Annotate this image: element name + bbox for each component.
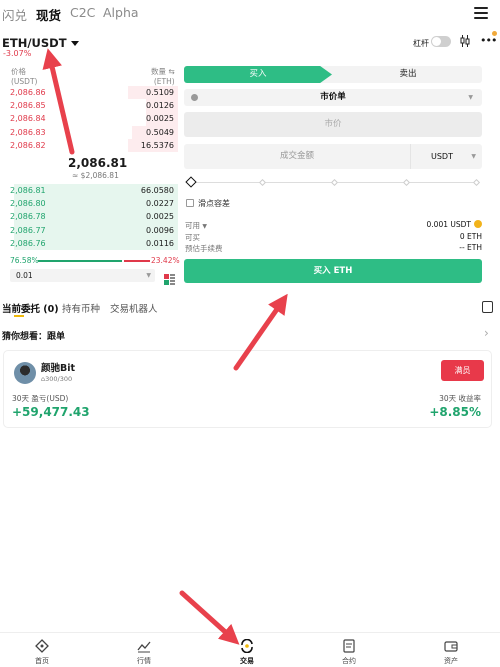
trader-name: 颜驰Bit [41, 363, 76, 374]
order-history-icon[interactable] [482, 301, 493, 313]
top-tabs: 闪兑 现货 C2C Alpha [0, 0, 500, 28]
info-icon[interactable] [191, 94, 198, 101]
amount-placeholder: 成交金额 [280, 151, 315, 161]
amount-unit-select[interactable]: USDT ▼ [410, 144, 482, 169]
ask-row[interactable]: 2,086.85 0.0126 [0, 99, 178, 113]
contract-icon [343, 639, 355, 653]
nav-futures[interactable]: 合约 [319, 639, 379, 666]
leverage-label: 杠杆 [413, 39, 429, 48]
wallet-icon [444, 641, 458, 652]
qty-header[interactable]: 数量 ⇆ (ETH) [151, 67, 175, 87]
pair-selector[interactable]: ETH/USDT [2, 36, 79, 50]
ask-row[interactable]: 2,086.84 0.0025 [0, 112, 178, 126]
full-button[interactable]: 满员 [441, 360, 484, 381]
caret-down-icon: ▼ [471, 153, 476, 160]
nav-markets[interactable]: 行情 [114, 639, 174, 666]
chevron-right-icon[interactable]: › [484, 326, 489, 340]
follower-count: ⌂300/300 [41, 375, 73, 383]
menu-icon[interactable] [474, 7, 488, 19]
trade-exchange-icon [241, 639, 253, 653]
buy-ratio: 76.58% [10, 256, 39, 265]
caret-down-icon: ▼ [146, 272, 151, 279]
tab-alpha[interactable]: Alpha [103, 5, 139, 20]
recommend-label: 猜你想看：跟单 [2, 332, 66, 342]
can-buy-row: 可买 0 ETH [185, 232, 482, 242]
tab-spot[interactable]: 现货 [36, 5, 61, 24]
caret-down-icon: ▼ [468, 94, 473, 101]
slider-tick[interactable] [330, 178, 339, 187]
available-value: 0.001 USDT [426, 220, 471, 229]
sell-ratio: 23.42% [151, 256, 180, 265]
ask-row[interactable]: 2,086.86 0.5109 [0, 86, 178, 100]
tab-c2c[interactable]: C2C [70, 5, 95, 20]
roi-value: +8.85% [429, 405, 481, 419]
pair-name: ETH/USDT [2, 36, 67, 50]
nav-assets[interactable]: 资产 [421, 639, 481, 666]
roi-label: 30天 收益率 [439, 394, 481, 403]
sell-ratio-bar [124, 260, 150, 262]
slider-tick[interactable] [402, 178, 411, 187]
leverage-toggle[interactable] [431, 36, 451, 47]
price-header: 价格 (USDT) [11, 67, 38, 86]
buy-tab[interactable]: 买入 [184, 66, 332, 83]
pnl-label: 30天 盈亏(USD) [12, 394, 69, 403]
bid-list: 2,086.81 66.0580 2,086.80 0.0227 2,086.78 0… [0, 184, 178, 250]
bid-row[interactable]: 2,086.81 66.0580 [0, 184, 178, 198]
chevron-down-icon [70, 41, 79, 46]
ask-row[interactable]: 2,086.82 16.5376 [0, 138, 178, 152]
orderbook-layout-icon[interactable] [164, 270, 175, 285]
last-price: 2,086.81 [68, 156, 128, 170]
slider-tick[interactable] [258, 178, 267, 187]
home-icon [35, 639, 49, 653]
ask-list: 2,086.86 0.5109 2,086.85 0.0126 2,086.84 0.… [0, 86, 178, 152]
buy-sell-tabs: 买入 卖出 [184, 66, 482, 83]
notification-dot [492, 31, 497, 36]
available-row: 可用 ▼ 0.001 USDT [185, 220, 482, 231]
tab-holdings[interactable]: 持有币种 [62, 301, 100, 315]
amount-slider-handle[interactable] [185, 176, 197, 188]
bid-row[interactable]: 2,086.77 0.0096 [0, 223, 178, 237]
order-type-select[interactable]: 市价单 ▼ [184, 89, 482, 106]
active-tab-indicator [14, 315, 24, 317]
bid-row[interactable]: 2,086.80 0.0227 [0, 197, 178, 211]
slider-tick[interactable] [472, 178, 481, 187]
buy-eth-button[interactable]: 买入 ETH [184, 259, 482, 283]
nav-home[interactable]: 首页 [12, 639, 72, 666]
depth-precision-select[interactable]: 0.01 ▼ [10, 269, 155, 282]
buy-ratio-bar [38, 260, 122, 262]
price-input[interactable]: 市价 [184, 112, 482, 137]
sell-tab[interactable]: 卖出 [334, 66, 482, 83]
pnl-value: +59,477.43 [12, 405, 90, 419]
checkbox-icon [186, 199, 194, 207]
order-tabs: 当前委托 (0) 持有币种 交易机器人 [0, 299, 500, 319]
bid-row[interactable]: 2,086.76 0.0116 [0, 236, 178, 250]
ask-row[interactable]: 2,086.83 0.5049 [0, 125, 178, 139]
copy-trader-card[interactable]: 颜驰Bit ⌂300/300 满员 30天 盈亏(USD) +59,477.43… [3, 350, 492, 428]
chart-line-icon [137, 641, 151, 653]
tab-open-orders[interactable]: 当前委托 (0) [2, 301, 59, 315]
slippage-checkbox[interactable]: 滑点容差 [186, 198, 230, 209]
bid-row[interactable]: 2,086.78 0.0025 [0, 210, 178, 224]
add-funds-icon[interactable] [474, 220, 482, 228]
last-price-usd: ≈ $2,086.81 [72, 171, 119, 180]
amount-input[interactable]: 成交金额 USDT ▼ [184, 144, 482, 169]
tab-flash-swap[interactable]: 闪兑 [2, 5, 27, 24]
avatar [14, 362, 36, 384]
price-change: -3.07% [3, 49, 32, 58]
candlestick-icon[interactable] [460, 35, 470, 50]
nav-trade[interactable]: 交易 [217, 639, 277, 666]
tab-trading-bots[interactable]: 交易机器人 [110, 301, 158, 315]
fee-row: 预估手续费 -- ETH [185, 243, 482, 253]
bottom-nav: 首页 行情 交易 合约 资产 [0, 632, 500, 667]
